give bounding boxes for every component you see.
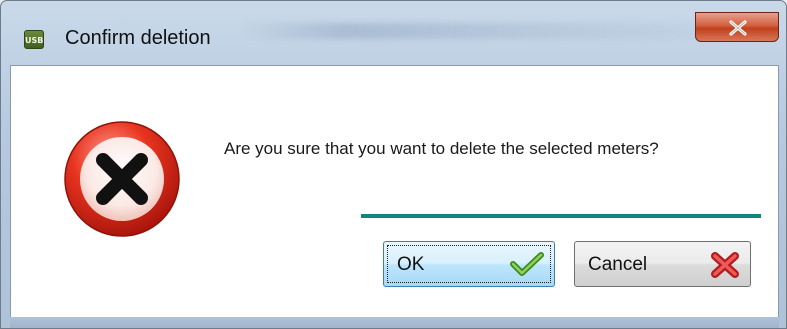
red-x-icon <box>711 252 739 278</box>
cancel-button[interactable]: Cancel <box>574 241 751 287</box>
title-bar[interactable]: USB Confirm deletion <box>1 1 786 49</box>
window-bottom-frame <box>10 317 779 328</box>
confirmation-message: Are you sure that you want to delete the… <box>224 139 659 158</box>
ok-button-label: OK <box>397 254 425 275</box>
dialog-content: Are you sure that you want to delete the… <box>10 65 779 318</box>
accent-divider <box>361 214 761 218</box>
ok-button[interactable]: OK <box>383 241 555 287</box>
error-icon <box>64 121 180 237</box>
window-title: Confirm deletion <box>65 27 211 49</box>
checkmark-icon <box>510 252 544 276</box>
close-icon <box>729 20 747 36</box>
close-button[interactable] <box>695 12 779 42</box>
dialog-window: USB Confirm deletion Are you sure that y… <box>0 0 787 329</box>
cancel-button-label: Cancel <box>588 254 648 275</box>
title-bar-background-blur <box>241 23 761 39</box>
app-icon: USB <box>24 30 44 49</box>
